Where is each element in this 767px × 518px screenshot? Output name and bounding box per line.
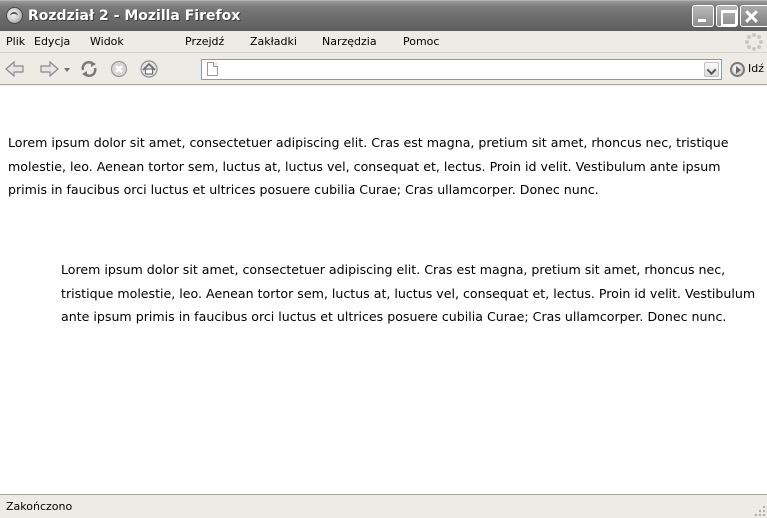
status-bar: Zakończono (0, 494, 767, 518)
menu-plik[interactable]: Plik (6, 35, 25, 48)
close-button[interactable] (740, 5, 767, 27)
menu-narzedzia[interactable]: Narzędzia (322, 35, 377, 48)
minimize-button[interactable] (692, 5, 714, 27)
stop-icon (110, 60, 128, 78)
firefox-icon (6, 7, 23, 24)
status-text: Zakończono (6, 500, 73, 513)
paragraph: Lorem ipsum dolor sit amet, consectetuer… (8, 135, 729, 197)
page-icon (207, 62, 218, 76)
back-arrow-icon (5, 60, 24, 78)
reload-icon (81, 61, 97, 77)
title-bar[interactable]: Rozdział 2 - Mozilla Firefox (0, 0, 767, 31)
reload-button[interactable] (78, 59, 100, 79)
go-button-label[interactable]: Idź (748, 62, 764, 75)
menu-pomoc[interactable]: Pomoc (403, 35, 439, 48)
navigation-toolbar: Idź (0, 53, 767, 125)
indented-paragraph: Lorem ipsum dolor sit amet, consectetuer… (61, 262, 756, 324)
menu-widok[interactable]: Widok (90, 35, 124, 48)
forward-button[interactable] (38, 59, 60, 79)
home-icon (140, 60, 158, 78)
url-bar[interactable] (201, 59, 722, 80)
menu-edycja[interactable]: Edycja (34, 35, 70, 48)
menu-zakladki[interactable]: Zakładki (250, 35, 297, 48)
window-title: Rozdział 2 - Mozilla Firefox (28, 8, 241, 24)
stop-button[interactable] (108, 59, 130, 79)
page-content: Lorem ipsum dolor sit amet, consectetuer… (0, 86, 767, 494)
back-button[interactable] (4, 59, 26, 79)
browser-window: Rozdział 2 - Mozilla Firefox Plik Edycja… (0, 0, 767, 518)
maximize-button[interactable] (716, 5, 738, 27)
go-icon[interactable] (730, 62, 745, 77)
url-history-dropdown-button[interactable] (704, 62, 719, 77)
url-input[interactable] (222, 61, 692, 78)
resize-grip-icon[interactable] (755, 506, 765, 516)
throbber-icon (745, 33, 763, 51)
menu-bar: Plik Edycja Widok Przejdź Zakładki Narzę… (0, 31, 767, 53)
forward-dropdown-icon[interactable] (64, 68, 70, 72)
forward-arrow-icon (40, 60, 59, 78)
home-button[interactable] (138, 59, 160, 79)
menu-przejdz[interactable]: Przejdź (185, 35, 224, 48)
